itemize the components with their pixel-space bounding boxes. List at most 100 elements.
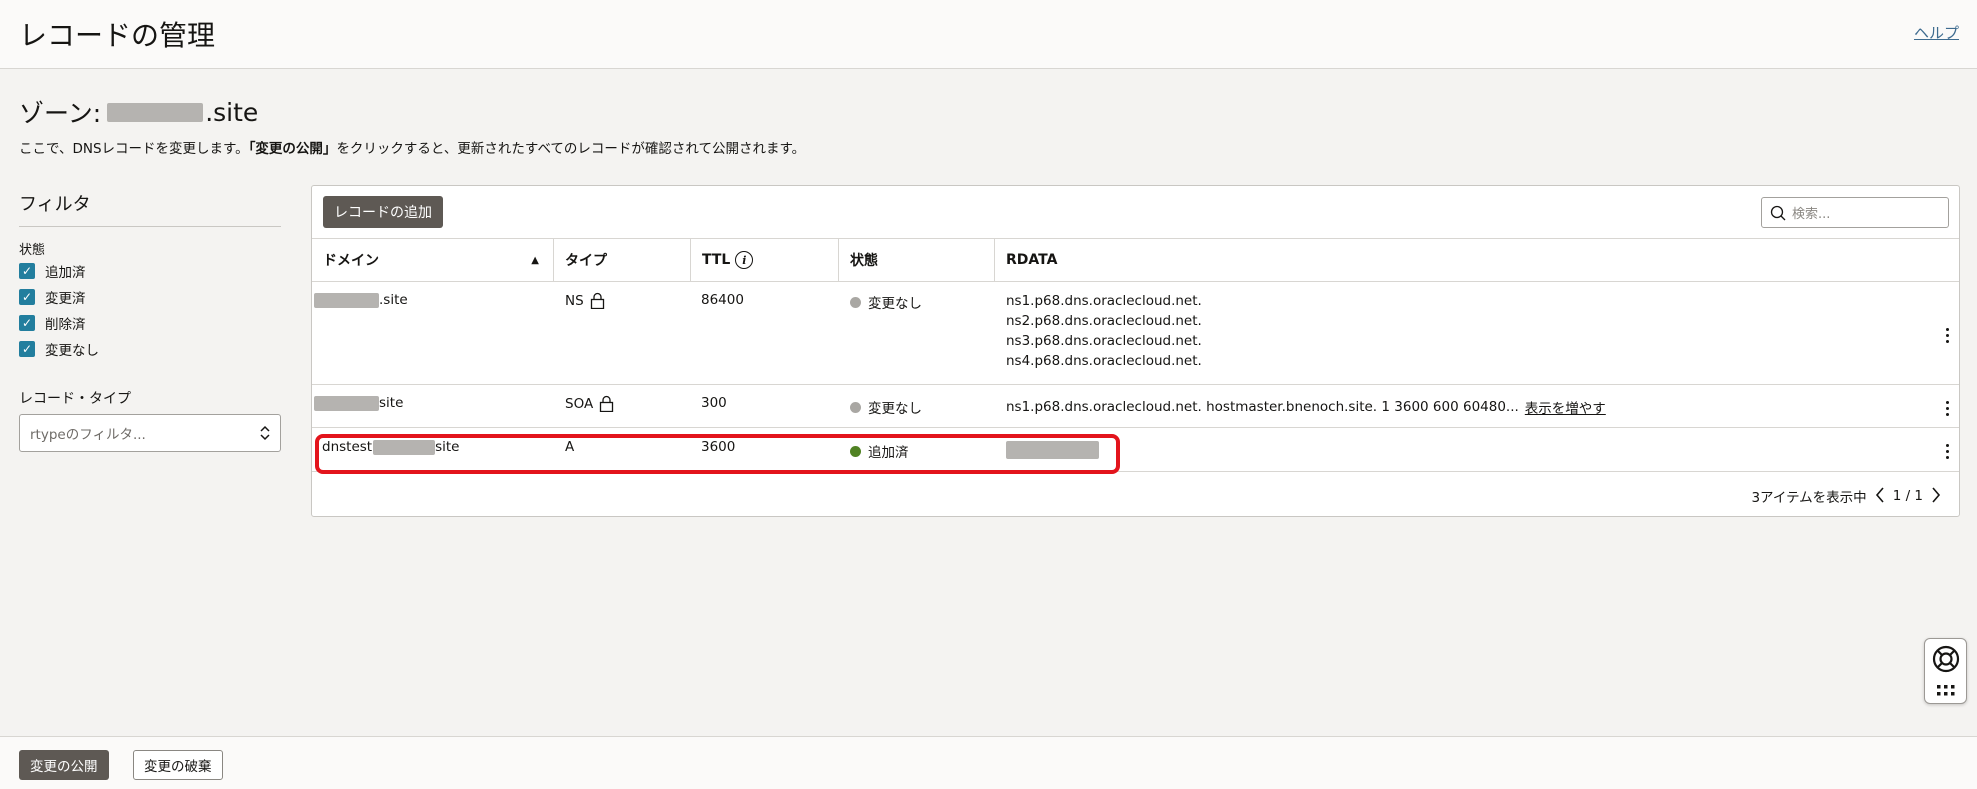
- page-indicator: 1 / 1: [1892, 488, 1923, 504]
- state-label: 変更なし: [868, 401, 922, 417]
- row-actions-menu-icon[interactable]: [1946, 399, 1949, 417]
- sort-ascending-icon: ▲: [531, 254, 539, 266]
- zone-title-prefix: ゾーン:: [19, 99, 102, 128]
- state-checkbox-added[interactable]: ✓ 追加済: [19, 258, 281, 284]
- rdata-cell: ns1.p68.dns.oraclecloud.net. ns2.p68.dns…: [1006, 291, 1202, 371]
- rdata-line: ns4.p68.dns.oraclecloud.net.: [1006, 353, 1202, 369]
- record-type: SOA: [565, 395, 594, 412]
- zone-title-suffix: .site: [205, 97, 259, 127]
- chevron-up-down-icon: [260, 425, 270, 441]
- domain-cell: .site: [314, 292, 408, 308]
- record-type-filter-label: レコード・タイプ: [19, 391, 131, 407]
- search-placeholder: 検索...: [1792, 207, 1831, 222]
- table-header: ドメイン ▲ タイプ TTL i 状態 RDATA: [312, 238, 1959, 282]
- redacted-domain: [314, 292, 379, 308]
- lock-icon: [600, 395, 614, 412]
- domain-suffix: site: [435, 439, 460, 455]
- column-header-type[interactable]: タイプ: [554, 239, 691, 281]
- redacted-domain: [373, 439, 436, 455]
- rdata-cell: [1006, 441, 1099, 459]
- help-widget[interactable]: [1924, 638, 1967, 704]
- row-actions-menu-icon[interactable]: [1946, 442, 1949, 460]
- info-icon[interactable]: i: [735, 251, 754, 269]
- search-input[interactable]: 検索...: [1761, 197, 1949, 228]
- record-type: NS: [565, 292, 584, 309]
- search-icon: [1770, 205, 1786, 220]
- checkbox-checked-icon[interactable]: ✓: [19, 341, 35, 357]
- column-header-rdata[interactable]: RDATA: [995, 239, 1959, 281]
- domain-cell: dnstest site: [322, 439, 459, 455]
- rdata-line: ns1.p68.dns.oraclecloud.net. hostmaster.…: [1006, 399, 1519, 415]
- pagination: 3アイテムを表示中 1 / 1: [1751, 484, 1949, 508]
- state-checkbox-modified[interactable]: ✓ 変更済: [19, 284, 281, 310]
- domain-suffix: site: [379, 395, 404, 411]
- show-more-link[interactable]: 表示を増やす: [1525, 397, 1606, 417]
- record-type-filter-select[interactable]: rtypeのフィルタ...: [19, 414, 281, 452]
- ttl-cell: 300: [701, 395, 727, 411]
- grid-dots-icon: [1936, 684, 1954, 695]
- table-row[interactable]: site SOA 300 変更なし ns1.p68.dns.oracleclou…: [312, 385, 1959, 428]
- zone-description-text-2: をクリックすると、更新されたすべてのレコードが確認されて公開されます。: [336, 141, 806, 157]
- state-label: 変更なし: [868, 296, 922, 312]
- table-row[interactable]: dnstest site A 3600 追加済: [312, 428, 1959, 472]
- redacted-ip-address: [1006, 441, 1099, 459]
- domain-prefix: dnstest: [322, 439, 373, 455]
- state-checkbox-deleted[interactable]: ✓ 削除済: [19, 310, 281, 336]
- filter-panel: フィルタ 状態 ✓ 追加済 ✓ 変更済 ✓ 削除済 ✓ 変更なし レコード・タイ…: [19, 190, 281, 452]
- item-count: 3アイテムを表示中: [1751, 490, 1867, 506]
- rdata-line: ns1.p68.dns.oraclecloud.net.: [1006, 293, 1202, 309]
- state-checkbox-label: 追加済: [45, 265, 86, 281]
- zone-description: ここで、DNSレコードを変更します。「変更の公開」をクリックすると、更新されたす…: [19, 137, 805, 157]
- publish-changes-button[interactable]: 変更の公開: [19, 750, 109, 780]
- page-footer: 変更の公開 変更の破棄: [0, 736, 1977, 789]
- discard-changes-button[interactable]: 変更の破棄: [133, 750, 223, 780]
- column-label: ドメイン: [323, 253, 379, 269]
- help-link[interactable]: ヘルプ: [1914, 22, 1959, 43]
- ttl-cell: 86400: [701, 292, 744, 308]
- checkbox-checked-icon[interactable]: ✓: [19, 263, 35, 279]
- column-header-domain[interactable]: ドメイン ▲: [312, 239, 554, 281]
- column-label: タイプ: [565, 253, 607, 269]
- row-actions-menu-icon[interactable]: [1946, 326, 1949, 344]
- column-label: RDATA: [1006, 252, 1058, 268]
- state-label: 追加済: [868, 445, 909, 461]
- status-dot-icon: [850, 296, 861, 308]
- record-type: A: [565, 439, 575, 455]
- column-header-state[interactable]: 状態: [839, 239, 995, 281]
- type-cell: NS: [565, 292, 605, 309]
- domain-cell: site: [314, 395, 403, 411]
- records-table-card: レコードの追加 検索... ドメイン ▲ タイプ TTL i 状態 RDATA …: [311, 185, 1960, 517]
- rdata-cell: ns1.p68.dns.oraclecloud.net. hostmaster.…: [1006, 397, 1606, 417]
- add-record-button[interactable]: レコードの追加: [323, 196, 443, 228]
- state-cell: 変更なし: [850, 292, 922, 312]
- column-header-ttl[interactable]: TTL i: [691, 239, 839, 281]
- checkbox-checked-icon[interactable]: ✓: [19, 289, 35, 305]
- page-title: レコードの管理: [19, 19, 216, 52]
- state-cell: 追加済: [850, 441, 909, 461]
- zone-description-text: ここで、DNSレコードを変更します。: [19, 141, 249, 157]
- state-checkbox-label: 変更なし: [45, 343, 99, 359]
- previous-page-icon[interactable]: [1875, 484, 1885, 508]
- type-cell: SOA: [565, 395, 614, 412]
- table-row[interactable]: .site NS 86400 変更なし ns1.p68.dns.oraclecl…: [312, 282, 1959, 385]
- filter-heading: フィルタ: [19, 190, 281, 227]
- column-label: 状態: [850, 253, 878, 269]
- record-type-placeholder: rtypeのフィルタ...: [30, 427, 146, 443]
- lock-icon: [590, 292, 604, 309]
- lifebuoy-icon: [1932, 645, 1959, 672]
- zone-description-bold: 「変更の公開」: [248, 141, 337, 157]
- type-cell: A: [565, 439, 574, 455]
- redacted-zone-name: [107, 102, 204, 122]
- next-page-icon[interactable]: [1931, 484, 1941, 508]
- rdata-line: ns3.p68.dns.oraclecloud.net.: [1006, 333, 1202, 349]
- domain-suffix: .site: [379, 292, 408, 308]
- page-header: レコードの管理 ヘルプ: [0, 0, 1977, 69]
- redacted-domain: [314, 395, 379, 411]
- zone-title: ゾーン: .site: [19, 94, 258, 130]
- state-filter-label: 状態: [19, 243, 46, 258]
- status-dot-icon: [850, 445, 861, 457]
- status-dot-icon: [850, 401, 861, 413]
- state-checkbox-label: 削除済: [45, 317, 86, 333]
- state-checkbox-unchanged[interactable]: ✓ 変更なし: [19, 336, 281, 362]
- checkbox-checked-icon[interactable]: ✓: [19, 315, 35, 331]
